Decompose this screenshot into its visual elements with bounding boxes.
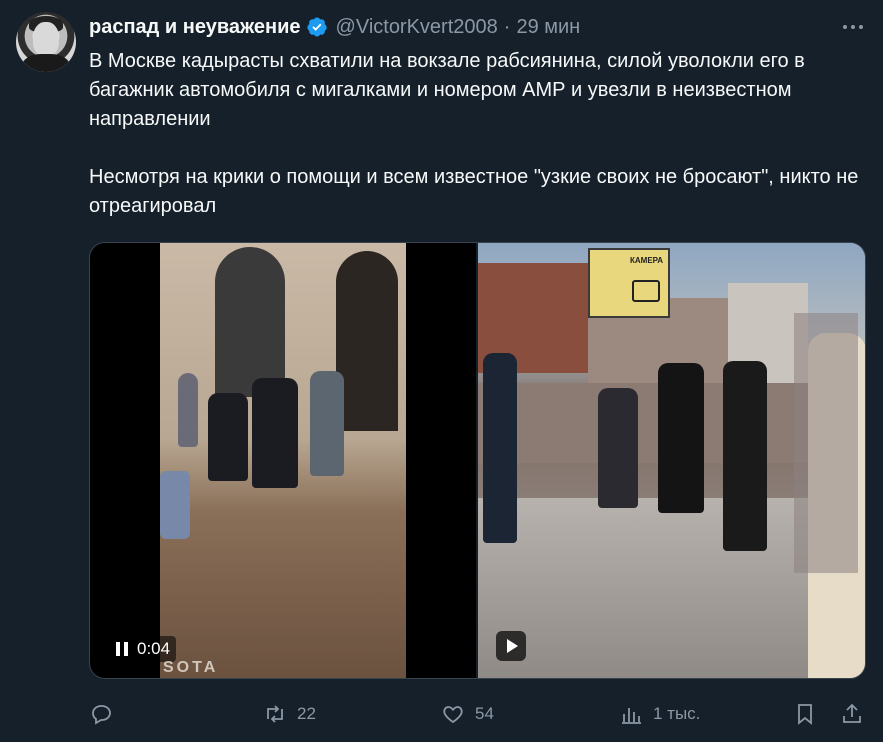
play-button[interactable] xyxy=(496,631,526,661)
arch-window-right xyxy=(336,251,398,431)
author-name[interactable]: распад и неуважение xyxy=(89,16,301,39)
views-chart-icon xyxy=(622,708,641,724)
views-count: 1 тыс. xyxy=(653,704,701,723)
views-button[interactable]: 1 тыс. xyxy=(619,698,700,730)
video-timestamp: 0:04 xyxy=(137,639,171,658)
share-icon xyxy=(843,703,861,723)
person-figure xyxy=(658,363,704,513)
tweet-paragraph-1: В Москве кадырасты схватили на вокзале р… xyxy=(89,50,805,130)
retweet-icon xyxy=(267,705,283,723)
tweet-text: В Москве кадырасты схватили на вокзале р… xyxy=(89,47,869,221)
tweet-header: распад и неуважение @VictorKvert2008 · 2… xyxy=(89,12,580,42)
station-scene xyxy=(160,243,406,678)
avatar-body xyxy=(22,54,70,72)
bag-object xyxy=(160,471,190,539)
tweet-paragraph-2: Несмотря на крики о помощи и всем извест… xyxy=(89,166,859,217)
camera-sign-text: КАМЕРА xyxy=(630,256,664,265)
person-figure xyxy=(310,371,344,476)
share-button[interactable] xyxy=(840,698,864,730)
avatar[interactable] xyxy=(16,12,76,72)
reply-button[interactable] xyxy=(89,698,123,730)
verified-badge-icon xyxy=(306,16,328,38)
person-figure xyxy=(483,353,517,543)
play-icon xyxy=(507,639,518,653)
tweet[interactable]: распад и неуважение @VictorKvert2008 · 2… xyxy=(0,0,883,742)
reply-icon xyxy=(92,705,111,725)
person-figure xyxy=(208,393,248,481)
video-left[interactable]: 0:04 SOTA xyxy=(90,243,476,678)
tweet-time[interactable]: 29 мин xyxy=(516,16,580,39)
action-bar: 22 54 1 тыс. xyxy=(89,698,869,730)
camera-glyph-icon xyxy=(632,280,660,302)
camera-sign: КАМЕРА xyxy=(588,248,670,318)
separator-dot: · xyxy=(503,15,511,38)
retweet-count: 22 xyxy=(297,704,316,723)
person-figure xyxy=(598,388,638,508)
person-figure xyxy=(252,378,298,488)
bookmark-icon xyxy=(798,704,812,725)
video-right[interactable]: КАМЕРА xyxy=(478,243,865,678)
more-options-icon[interactable] xyxy=(838,14,868,40)
heart-icon xyxy=(443,706,463,724)
author-handle[interactable]: @VictorKvert2008 xyxy=(336,16,498,39)
bookmark-button[interactable] xyxy=(793,698,817,730)
media-grid: 0:04 SOTA КАМЕРА xyxy=(89,242,866,679)
pause-icon[interactable] xyxy=(116,642,128,656)
video-watermark: SOTA xyxy=(163,659,219,676)
avatar-face xyxy=(33,22,59,56)
person-figure xyxy=(178,373,198,447)
mesh-panel xyxy=(794,313,858,573)
like-button[interactable]: 54 xyxy=(441,698,494,730)
like-count: 54 xyxy=(475,704,494,723)
person-figure xyxy=(723,361,767,551)
retweet-button[interactable]: 22 xyxy=(263,698,316,730)
arch-door-left xyxy=(215,247,285,397)
